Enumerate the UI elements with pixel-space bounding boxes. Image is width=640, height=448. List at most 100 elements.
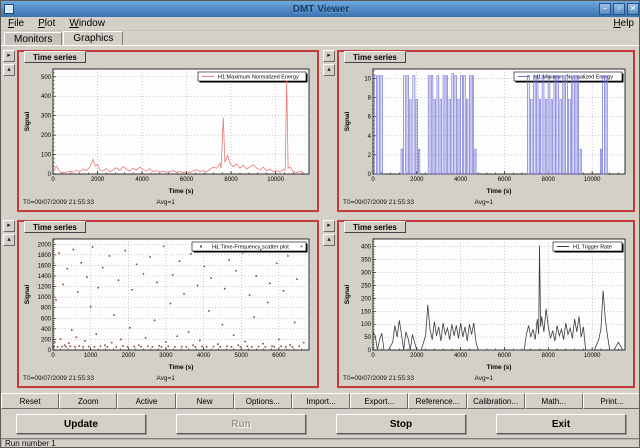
svg-text:10000: 10000 [584,353,601,359]
menu-plot[interactable]: Plot [31,17,62,31]
svg-text:6000: 6000 [498,353,512,359]
plot-pane-min-energy[interactable]: Time series 0200040006000800010000024681… [337,50,635,212]
svg-text:350: 350 [361,258,372,264]
options-button[interactable]: Options... [234,393,292,409]
plot-pane-max-energy[interactable]: Time series 0200040006000800010000010020… [17,50,319,212]
pane-tab-label[interactable]: Time series [344,51,406,63]
new-button[interactable]: New [176,393,234,409]
svg-text:2000: 2000 [410,353,424,359]
pane-collapse-icon[interactable]: ▴ [3,64,15,76]
reference-button[interactable]: Reference... [408,393,466,409]
svg-text:Signal: Signal [344,285,351,305]
pane-expand-icon[interactable]: ▸ [3,50,15,62]
svg-text:Time (s): Time (s) [169,188,194,195]
chart-min-normalized-energy[interactable]: 02000400060008000100000246810SignalTime … [341,64,631,196]
pane-footer: T0=09/07/2009 21:55:33 Avg=1 [343,375,629,385]
svg-text:250: 250 [361,283,372,289]
status-bar: Run number 1 [1,438,640,448]
svg-text:300: 300 [41,114,52,120]
pane-tab-label[interactable]: Time series [24,51,86,63]
pane-collapse-icon[interactable]: ▴ [323,234,335,246]
pane2-side-buttons: ▸ ▴ [323,50,335,76]
run-button: Run [176,414,306,434]
svg-text:800: 800 [41,306,52,312]
menu-window-hotkey: W [69,18,78,29]
chart-max-normalized-energy[interactable]: 02000400060008000100000100200300400500Si… [21,64,315,196]
plot-pane-trigger-rate[interactable]: Time series 0200040006000800010000050100… [337,220,635,388]
svg-text:8000: 8000 [542,353,556,359]
chart-trigger-rate[interactable]: 0200040006000800010000050100150200250300… [341,234,631,372]
import-button[interactable]: Import... [292,393,350,409]
svg-text:50: 50 [364,335,371,341]
svg-text:2: 2 [368,153,372,159]
svg-text:Signal: Signal [24,112,31,132]
tab-bar: Monitors Graphics [1,31,640,45]
chart-time-frequency-scatter[interactable]: 0100020003000400050006000020040060080010… [21,234,315,372]
svg-text:200: 200 [41,133,52,139]
menu-bar: File Plot Window Help [1,17,640,31]
maximize-icon[interactable]: ▫ [613,3,625,15]
svg-text:8000: 8000 [224,177,238,183]
svg-text:Signal: Signal [344,112,351,132]
pane-collapse-icon[interactable]: ▴ [3,234,15,246]
svg-text:1000: 1000 [84,353,98,359]
active-button[interactable]: Active [117,393,175,409]
svg-text:H1 Trigger Rate: H1 Trigger Rate [573,244,612,250]
pane-collapse-icon[interactable]: ▴ [323,64,335,76]
svg-text:0: 0 [371,177,375,183]
menu-window[interactable]: Window [62,17,112,31]
svg-text:10: 10 [364,77,371,83]
svg-text:200: 200 [41,337,52,343]
exit-button[interactable]: Exit [496,414,626,434]
pane-expand-icon[interactable]: ▸ [323,50,335,62]
svg-text:1000: 1000 [38,295,52,301]
svg-text:4: 4 [368,134,372,140]
pane-tab-label[interactable]: Time series [344,221,406,233]
svg-text:10000: 10000 [267,177,284,183]
close-icon[interactable]: ✕ [627,3,639,15]
calibration-button[interactable]: Calibration... [467,393,525,409]
pane-expand-icon[interactable]: ▸ [323,220,335,232]
dmt-viewer-window: DMT Viewer − ▫ ✕ File Plot Window Help M… [0,0,640,448]
window-title: DMT Viewer [1,4,640,15]
avg-label: Avg=1 [475,375,494,382]
pane-expand-icon[interactable]: ▸ [3,220,15,232]
pane-footer: T0=09/07/2009 21:55:33 Avg=1 [343,199,629,209]
menu-file[interactable]: File [1,17,31,31]
avg-label: Avg=1 [475,199,494,206]
svg-text:1800: 1800 [38,253,52,259]
plot-pane-tf-scatter[interactable]: Time series 0100020003000400050006000020… [17,220,319,388]
svg-text:H1:Time-Frequency scatter plot: H1:Time-Frequency scatter plot [212,244,289,250]
svg-text:3000: 3000 [159,353,173,359]
menu-help-hotkey: H [613,18,620,29]
svg-text:5000: 5000 [235,353,249,359]
menu-window-rest: indow [79,18,105,29]
print-button[interactable]: Print... [583,393,640,409]
svg-text:4000: 4000 [454,353,468,359]
svg-text:100: 100 [41,153,52,159]
menu-help[interactable]: Help [606,17,640,31]
pane-footer: T0=09/07/2009 21:55:33 Avg=1 [23,375,313,385]
minimize-icon[interactable]: − [599,3,611,15]
svg-text:6: 6 [368,115,372,121]
svg-text:400: 400 [361,245,372,251]
title-bar[interactable]: DMT Viewer − ▫ ✕ [1,1,640,17]
plot-toolbar: Reset Zoom Active New Options... Import.… [1,393,640,409]
svg-text:Signal: Signal [24,285,31,305]
update-button[interactable]: Update [16,414,146,434]
pane-tab-label[interactable]: Time series [24,221,86,233]
action-bar: Update Run Stop Exit [1,412,640,436]
svg-text:6000: 6000 [498,177,512,183]
tab-monitors[interactable]: Monitors [4,32,62,45]
svg-text:8000: 8000 [542,177,556,183]
stop-button[interactable]: Stop [336,414,466,434]
svg-text:H1:Maximum Normalized Energy: H1:Maximum Normalized Energy [218,74,299,80]
svg-text:0: 0 [371,353,375,359]
export-button[interactable]: Export... [350,393,408,409]
zoom-button[interactable]: Zoom [59,393,117,409]
math-button[interactable]: Math... [525,393,583,409]
tab-graphics[interactable]: Graphics [63,31,123,45]
svg-text:0: 0 [51,353,55,359]
svg-text:4000: 4000 [197,353,211,359]
reset-button[interactable]: Reset [1,393,59,409]
